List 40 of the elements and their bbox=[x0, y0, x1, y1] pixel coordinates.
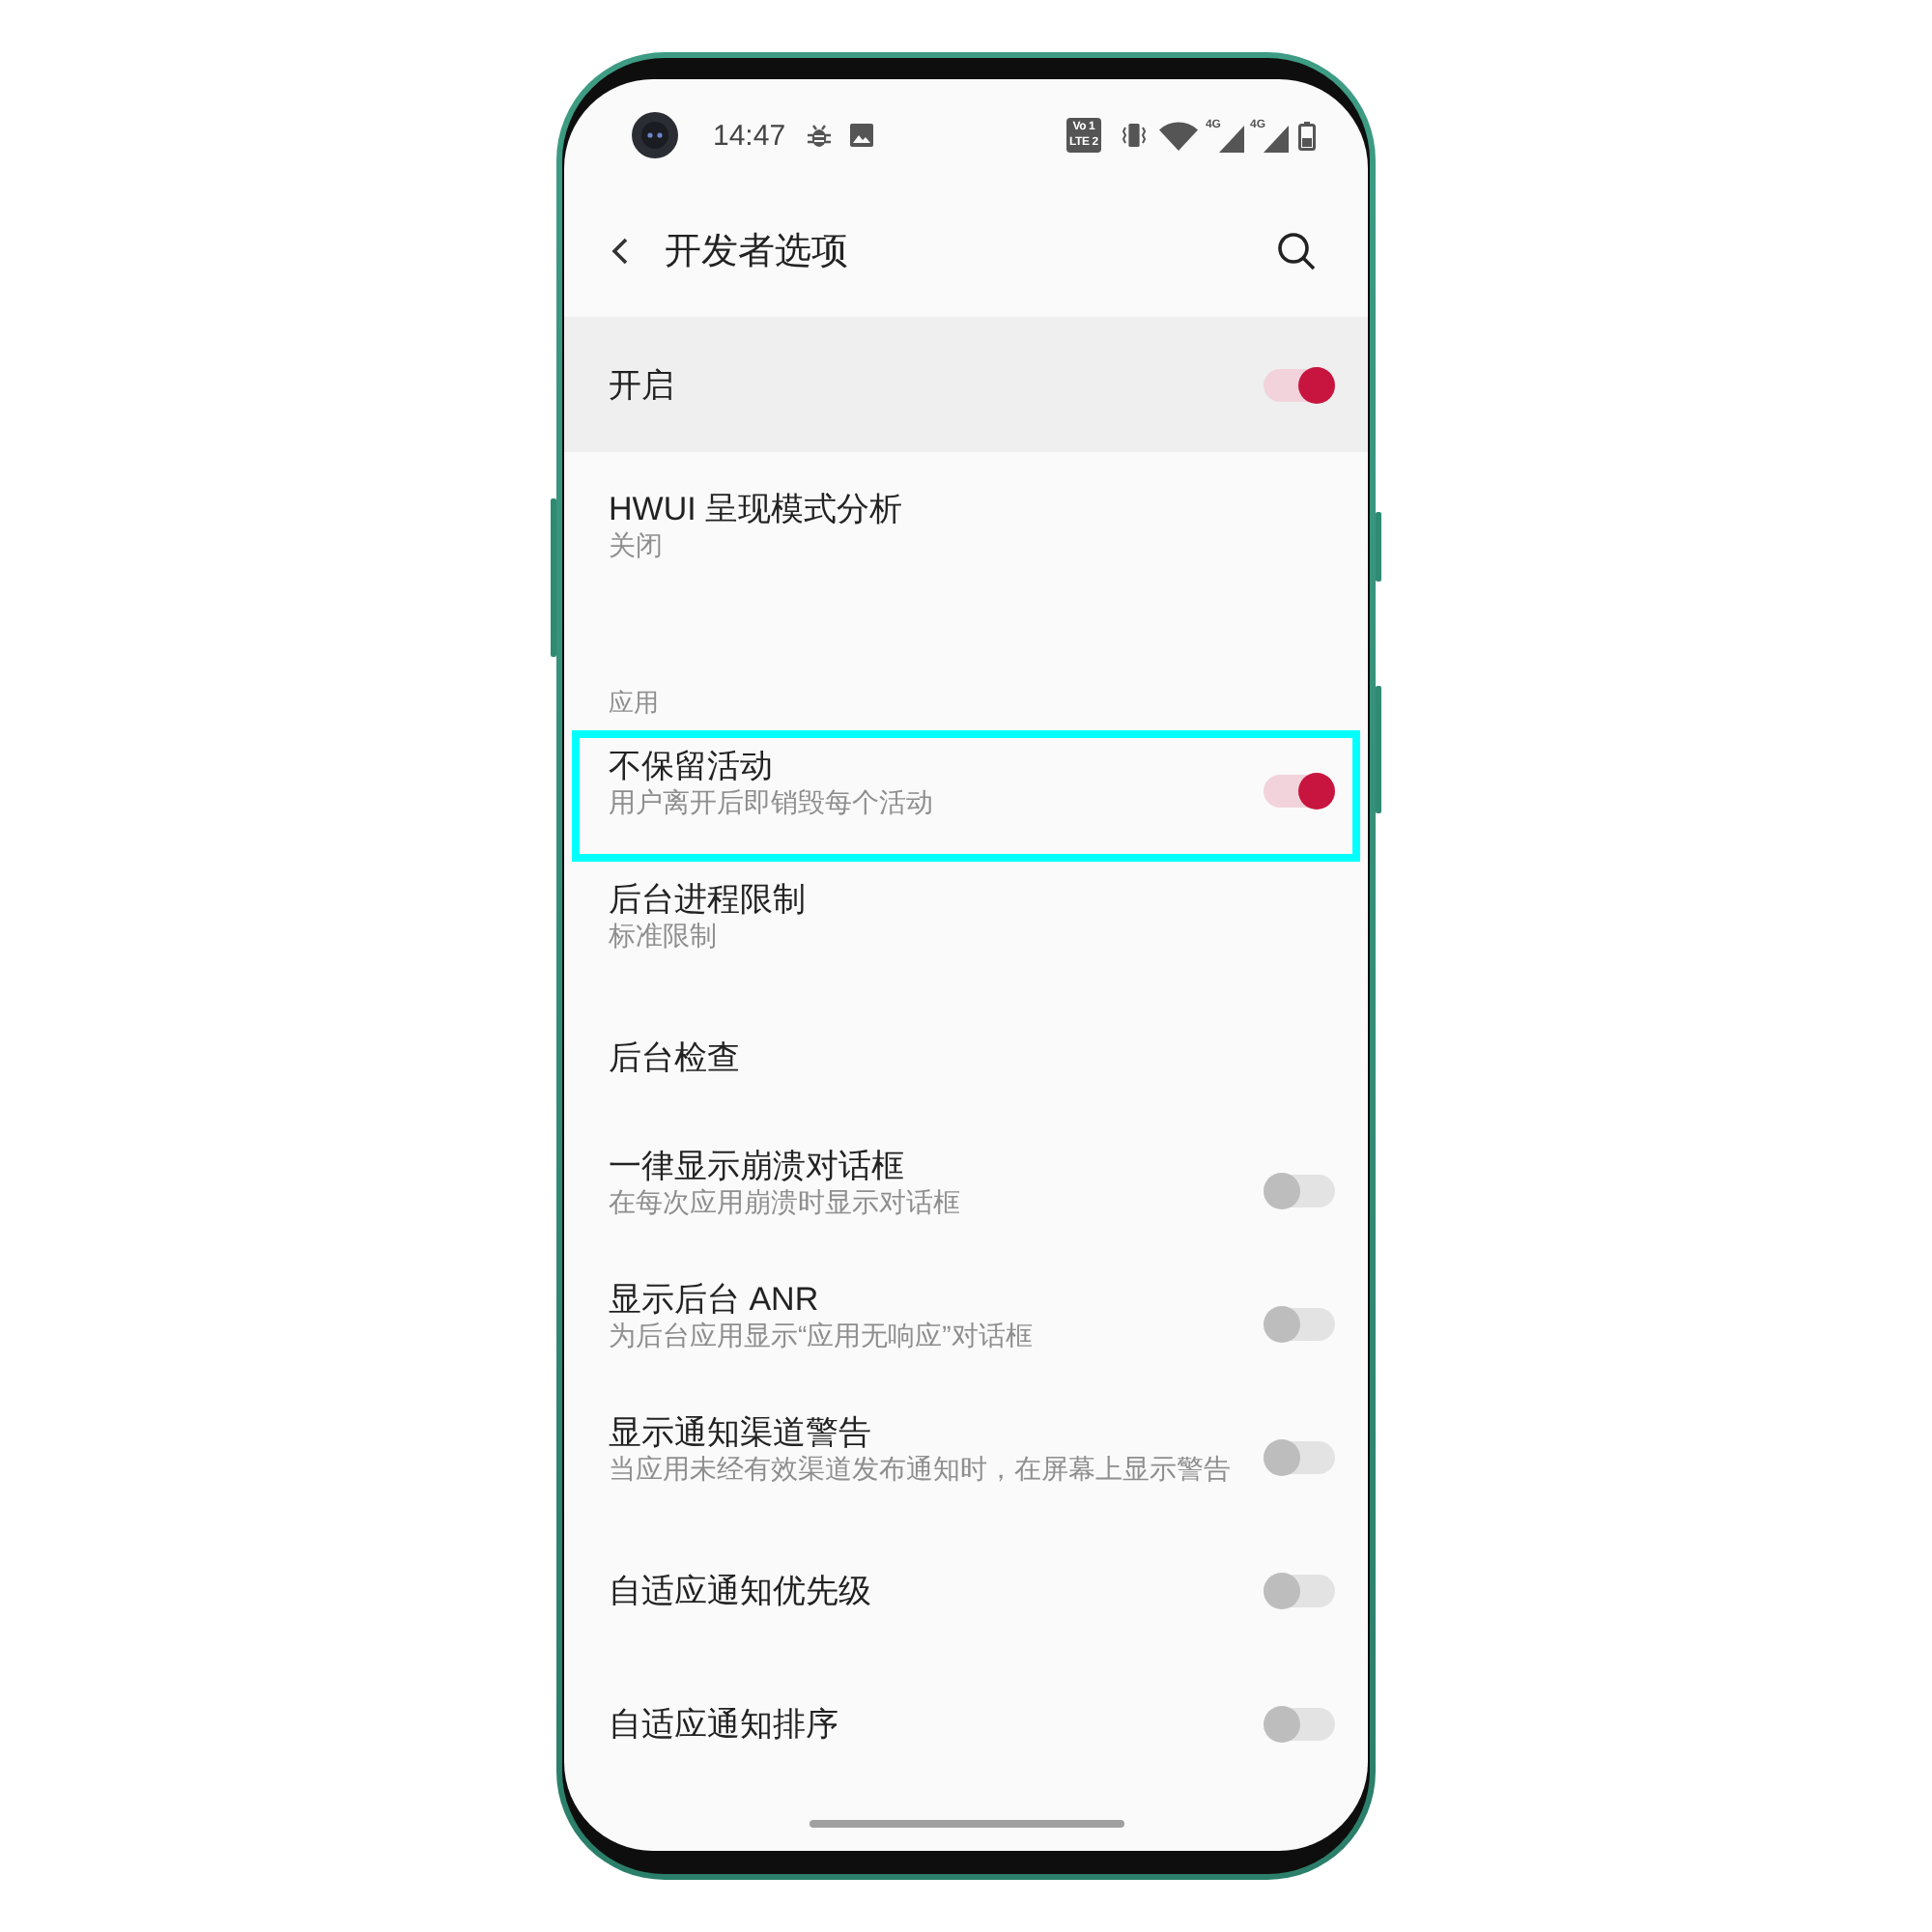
setting-summary: 用户离开后即销毁每个活动 bbox=[609, 786, 933, 817]
setting-title: 自适应通知排序 bbox=[609, 1705, 838, 1744]
home-indicator[interactable] bbox=[809, 1820, 1123, 1828]
image-icon bbox=[849, 124, 873, 147]
chevron-left-icon bbox=[611, 238, 630, 265]
setting-title: HWUI 呈现模式分析 bbox=[609, 491, 903, 529]
camera-lens-icon bbox=[632, 112, 678, 158]
side-button[interactable] bbox=[1376, 686, 1381, 813]
search-icon bbox=[1277, 232, 1316, 270]
wifi-icon bbox=[1158, 121, 1198, 150]
signal-icon bbox=[1264, 125, 1289, 152]
setting-summary: 在每次应用崩溃时显示对话框 bbox=[609, 1186, 960, 1217]
setting-title: 自适应通知优先级 bbox=[609, 1572, 871, 1610]
toggle-switch[interactable] bbox=[1264, 366, 1335, 403]
setting-title: 后台检查 bbox=[609, 1038, 740, 1077]
master-switch-label: 开启 bbox=[609, 364, 676, 407]
bug-icon bbox=[807, 123, 831, 148]
toggle-switch[interactable] bbox=[1264, 1173, 1335, 1209]
side-button[interactable] bbox=[1376, 512, 1381, 582]
status-time: 14:47 bbox=[713, 119, 786, 152]
setting-summary: 标准限制 bbox=[609, 920, 717, 951]
side-button[interactable] bbox=[551, 498, 556, 657]
section-header: 应用 bbox=[609, 688, 659, 717]
setting-summary: 关闭 bbox=[609, 529, 663, 560]
battery-icon bbox=[1298, 121, 1316, 150]
setting-title: 显示通知渠道警告 bbox=[609, 1414, 871, 1453]
toggle-switch[interactable] bbox=[1264, 1306, 1335, 1343]
page-title: 开发者选项 bbox=[665, 230, 848, 276]
setting-title: 一律显示崩溃对话框 bbox=[609, 1148, 904, 1186]
toggle-switch[interactable] bbox=[1264, 773, 1335, 810]
toggle-switch[interactable] bbox=[1264, 1439, 1335, 1476]
setting-title: 后台进程限制 bbox=[609, 881, 806, 920]
setting-summary: 当应用未经有效渠道发布通知时，在屏幕上显示警告 bbox=[609, 1453, 1231, 1484]
signal-icon bbox=[1218, 125, 1244, 152]
toggle-switch[interactable] bbox=[1264, 1573, 1335, 1609]
setting-title: 不保留活动 bbox=[609, 748, 773, 786]
setting-title: 显示后台 ANR bbox=[609, 1281, 819, 1320]
vibrate-icon bbox=[1122, 122, 1146, 149]
setting-summary: 为后台应用显示“应用无响应”对话框 bbox=[609, 1320, 1033, 1350]
toggle-switch[interactable] bbox=[1264, 1706, 1335, 1743]
